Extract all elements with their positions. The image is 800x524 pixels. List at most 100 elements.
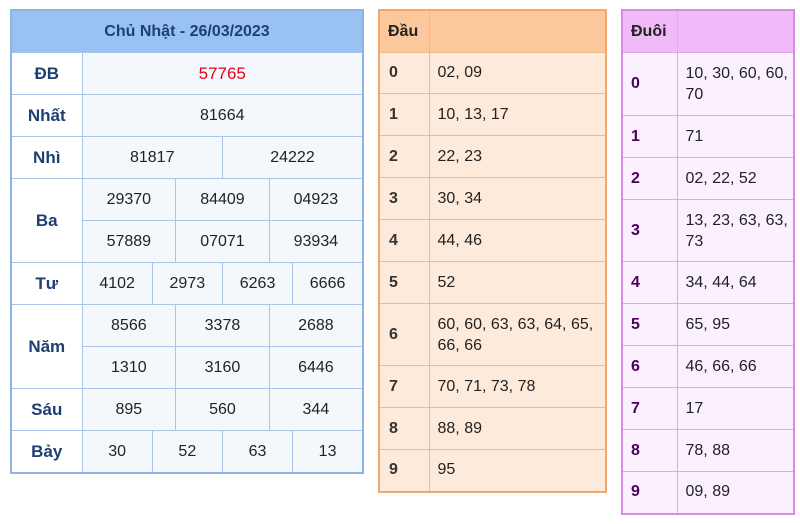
prize-value-bay: 52 [151, 430, 223, 474]
prize-value-ba: 84409 [175, 178, 270, 221]
prize-row-sau: Sáu 895 560 344 [10, 388, 364, 431]
dau-key: 7 [378, 365, 430, 408]
prize-row-bay: Bảy 30 52 63 13 [10, 430, 364, 474]
prize-label-db: ĐB [10, 52, 83, 95]
dau-row: 7 70, 71, 73, 78 [378, 365, 607, 408]
prize-value-nhi: 24222 [221, 136, 364, 179]
prize-value-tu: 6666 [292, 262, 364, 305]
dau-row: 0 02, 09 [378, 52, 607, 94]
prize-row-nam: Năm 8566 3378 2688 [10, 304, 364, 389]
duoi-key: 2 [621, 157, 678, 200]
duoi-key: 9 [621, 471, 678, 514]
dau-value: 10, 13, 17 [428, 93, 607, 136]
prize-value-tu: 2973 [151, 262, 223, 305]
duoi-header-row: Đuôi [621, 9, 795, 53]
duoi-key: 7 [621, 387, 678, 430]
prize-value-sau: 895 [81, 388, 177, 431]
prize-value-tu: 6263 [221, 262, 294, 305]
dau-row: 5 52 [378, 261, 607, 304]
dau-key: 6 [378, 303, 430, 366]
duoi-value: 13, 23, 63, 63, 73 [676, 199, 795, 262]
prize-label-tu: Tư [10, 262, 83, 305]
duoi-value: 71 [676, 115, 795, 158]
dau-row: 4 44, 46 [378, 219, 607, 262]
result-header-row: Chủ Nhật - 26/03/2023 [10, 9, 364, 53]
prize-value-nhat: 81664 [81, 94, 364, 137]
dau-value: 70, 71, 73, 78 [428, 365, 607, 408]
dau-row: 1 10, 13, 17 [378, 93, 607, 136]
duoi-value: 78, 88 [676, 429, 795, 472]
prize-value-bay: 13 [292, 430, 364, 474]
prize-label-ba: Ba [10, 178, 83, 263]
duoi-row: 9 09, 89 [621, 471, 795, 514]
duoi-table: Đuôi 0 10, 30, 60, 60, 70 1 71 2 02, 22, 52… [621, 9, 795, 515]
duoi-value: 10, 30, 60, 60, 70 [676, 52, 795, 116]
prize-value-db: 57765 [81, 52, 364, 95]
dau-header-row: Đầu [378, 9, 607, 53]
dau-key: 0 [378, 52, 430, 94]
prize-row-db: ĐB 57765 [10, 52, 364, 95]
prize-value-ba: 57889 [81, 220, 177, 263]
duoi-row: 4 34, 44, 64 [621, 261, 795, 304]
dau-value: 30, 34 [428, 177, 607, 220]
dau-key: 5 [378, 261, 430, 304]
prize-label-bay: Bảy [10, 430, 83, 474]
prize-value-ba: 07071 [175, 220, 270, 263]
dau-key: 8 [378, 407, 430, 450]
dau-key: 1 [378, 93, 430, 136]
duoi-header: Đuôi [621, 9, 678, 53]
prize-row-ba: Ba 29370 84409 04923 [10, 178, 364, 263]
dau-header: Đầu [378, 9, 430, 53]
prize-value-nam: 1310 [81, 346, 177, 389]
prize-label-nam: Năm [10, 304, 83, 389]
duoi-key: 5 [621, 303, 678, 346]
dau-row: 9 95 [378, 449, 607, 492]
prize-value-nam: 6446 [268, 346, 364, 389]
duoi-row: 7 17 [621, 387, 795, 430]
prize-value-ba: 29370 [81, 178, 177, 221]
dau-key: 9 [378, 449, 430, 492]
duoi-value: 65, 95 [676, 303, 795, 346]
duoi-row: 1 71 [621, 115, 795, 158]
prize-value-ba: 04923 [268, 178, 364, 221]
prize-value-ba: 93934 [268, 220, 364, 263]
prize-value-sau: 344 [268, 388, 364, 431]
dau-key: 4 [378, 219, 430, 262]
prize-value-bay: 63 [221, 430, 294, 474]
dau-key: 3 [378, 177, 430, 220]
duoi-row: 0 10, 30, 60, 60, 70 [621, 52, 795, 116]
duoi-key: 0 [621, 52, 678, 116]
dau-value: 60, 60, 63, 63, 64, 65, 66, 66 [428, 303, 607, 366]
prize-value-nam: 3378 [175, 304, 270, 347]
prize-value-nhi: 81817 [81, 136, 223, 179]
dau-value: 02, 09 [428, 52, 607, 94]
prize-value-nam: 3160 [175, 346, 270, 389]
duoi-row: 5 65, 95 [621, 303, 795, 346]
duoi-value: 02, 22, 52 [676, 157, 795, 200]
prize-row-nhi: Nhì 81817 24222 [10, 136, 364, 179]
dau-key: 2 [378, 135, 430, 178]
dau-row: 2 22, 23 [378, 135, 607, 178]
duoi-row: 6 46, 66, 66 [621, 345, 795, 388]
dau-table: Đầu 0 02, 09 1 10, 13, 17 2 22, 23 3 30, 34 … [378, 9, 607, 493]
dau-row: 3 30, 34 [378, 177, 607, 220]
dau-value: 22, 23 [428, 135, 607, 178]
dau-value: 95 [428, 449, 607, 492]
duoi-key: 3 [621, 199, 678, 262]
duoi-row: 2 02, 22, 52 [621, 157, 795, 200]
duoi-value: 34, 44, 64 [676, 261, 795, 304]
prize-value-tu: 4102 [81, 262, 153, 305]
dau-value: 44, 46 [428, 219, 607, 262]
prize-row-tu: Tư 4102 2973 6263 6666 [10, 262, 364, 305]
duoi-row: 3 13, 23, 63, 63, 73 [621, 199, 795, 262]
prize-value-nam: 2688 [268, 304, 364, 347]
prize-value-bay: 30 [81, 430, 153, 474]
prize-label-sau: Sáu [10, 388, 83, 431]
prize-label-nhat: Nhất [10, 94, 83, 137]
prize-row-nhat: Nhất 81664 [10, 94, 364, 137]
duoi-key: 6 [621, 345, 678, 388]
lottery-result-table: Chủ Nhật - 26/03/2023 ĐB 57765 Nhất 8166… [10, 9, 364, 474]
draw-date-title: Chủ Nhật - 26/03/2023 [10, 9, 364, 53]
dau-value: 52 [428, 261, 607, 304]
duoi-value: 46, 66, 66 [676, 345, 795, 388]
